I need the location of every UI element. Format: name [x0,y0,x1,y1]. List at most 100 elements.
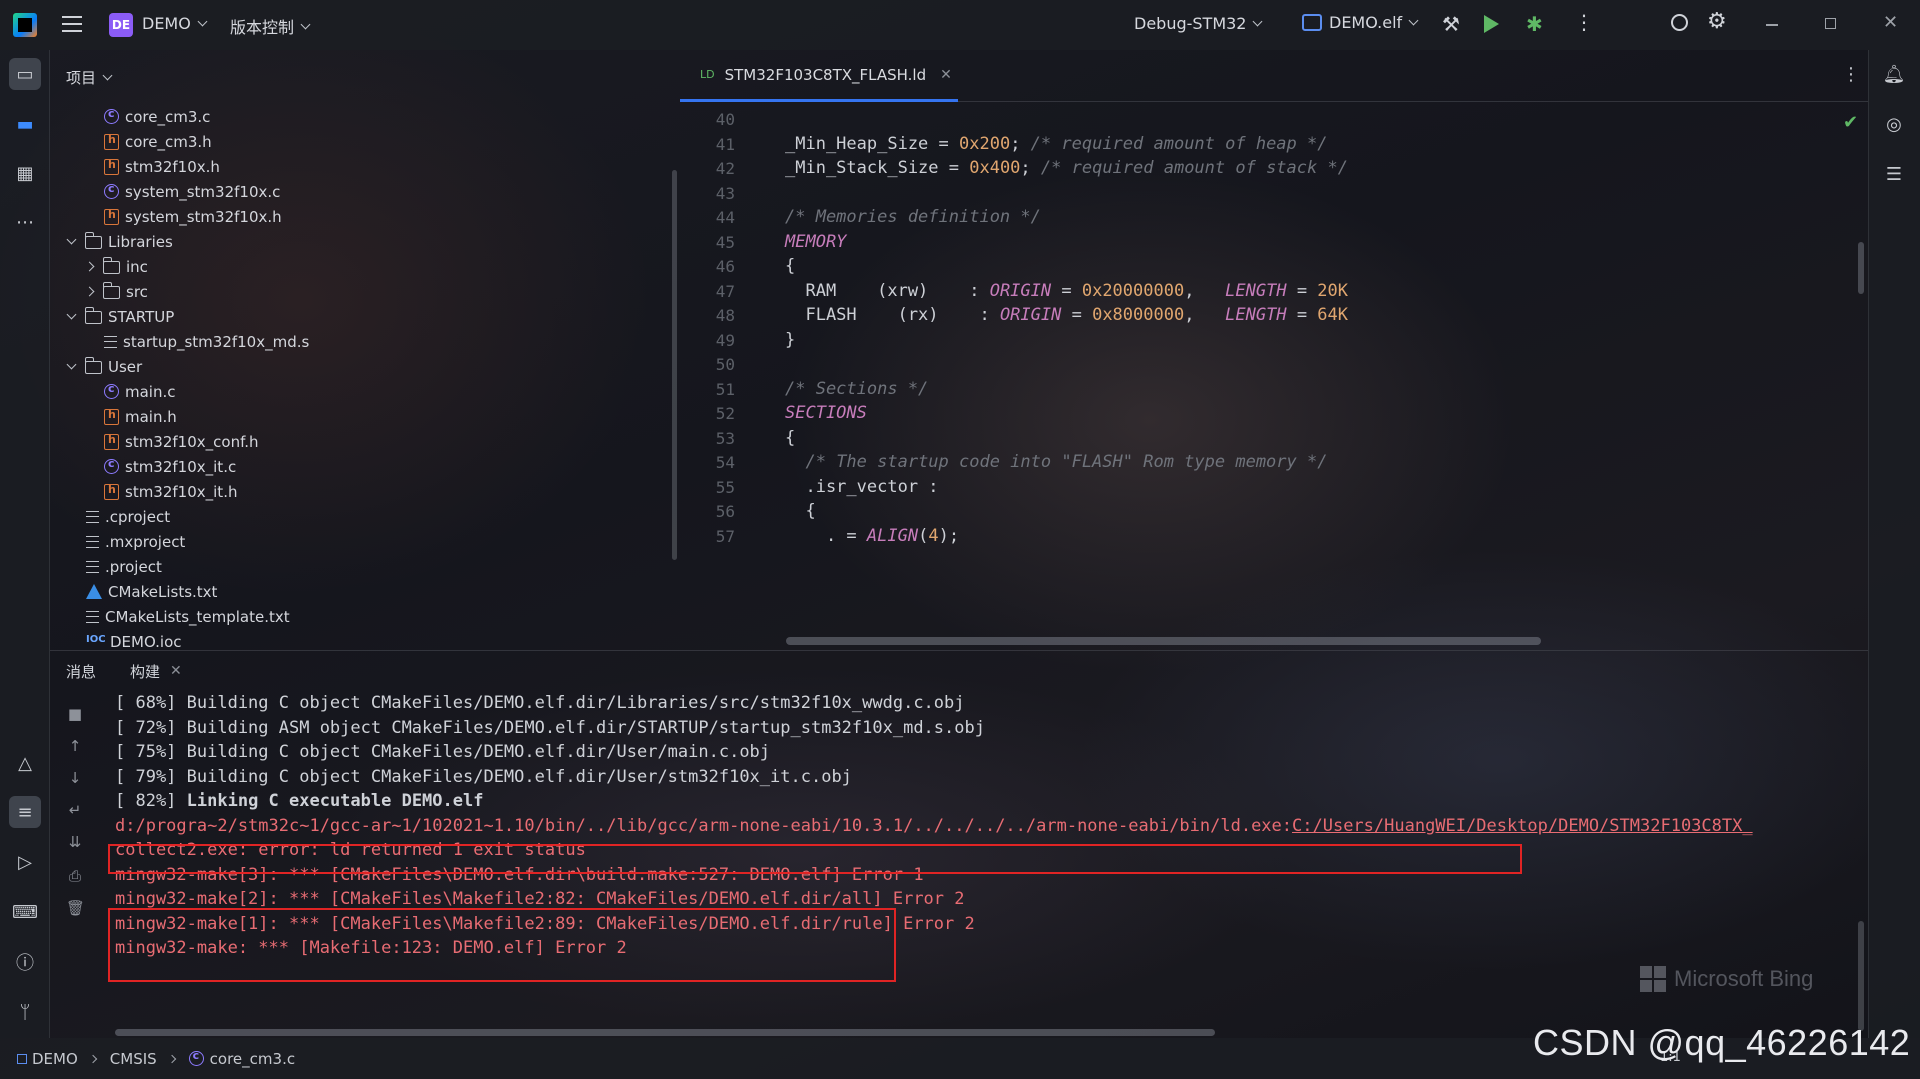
problems-icon[interactable]: ⓘ [9,946,41,978]
breadcrumb-file[interactable]: core_cm3.c [210,1050,295,1068]
more-actions-icon[interactable]: ⋮ [1574,10,1594,34]
chevron-down-icon[interactable] [66,234,77,245]
left-tool-strip: ▭ ▬ ▦ ⋯ △ ≡ ▷ ⌨ ⓘ ᛘ [0,50,50,1038]
run-config-selector[interactable]: Debug-STM32 [1134,14,1263,33]
run-icon[interactable] [1484,15,1499,33]
tree-item-label: User [108,357,143,376]
line-number: 49 [715,330,735,350]
tree-folder[interactable]: src [84,279,148,304]
chevron-down-icon[interactable] [66,309,77,320]
build-messages-icon[interactable]: ≡ [9,796,41,828]
stop-icon[interactable]: ■ [66,705,84,723]
notifications-bell-icon[interactable]: 🔔︎ [1878,58,1910,90]
tree-file[interactable]: system_stm32f10x.c [104,179,280,204]
project-tool-folder-icon[interactable]: ▭ [9,58,41,90]
tree-file[interactable]: stm32f10x_it.c [104,454,236,479]
tree-folder[interactable]: STARTUP [66,304,174,329]
tree-file[interactable]: stm32f10x.h [104,154,220,179]
line-number: 51 [715,379,735,399]
cmake-icon [86,584,102,599]
editor-horizontal-scrollbar[interactable] [786,637,1541,645]
main-menu-icon[interactable] [62,16,82,32]
tree-scrollbar[interactable] [672,170,677,560]
log-text: [ 75%] Building C object CMakeFiles/DEMO… [115,742,771,762]
tree-file[interactable]: stm32f10x_conf.h [104,429,259,454]
structure-icon[interactable]: ▦ [9,157,41,189]
search-icon[interactable] [1671,14,1688,31]
build-hammer-icon[interactable]: ⚒ [1442,12,1460,36]
tree-folder[interactable]: Libraries [66,229,173,254]
tree-file[interactable]: startup_stm32f10x_md.s [104,329,309,354]
database-icon[interactable]: ☰ [1878,158,1910,190]
settings-gear-icon[interactable]: ⚙ [1707,9,1727,34]
chevron-down-icon [1253,16,1263,27]
close-tab-icon[interactable]: ✕ [940,67,952,83]
tab-build-label: 构建 [130,662,161,681]
tree-file[interactable]: core_cm3.h [104,129,212,154]
inspection-ok-icon[interactable]: ✔ [1843,112,1858,133]
build-horizontal-scrollbar[interactable] [115,1029,1215,1036]
tree-folder[interactable]: User [66,354,143,379]
clear-trash-icon[interactable]: 🗑︎ [66,899,85,917]
target-selector[interactable]: DEMO.elf [1302,13,1419,32]
chevron-down-icon[interactable] [66,359,77,370]
minimize-icon[interactable] [1766,24,1778,26]
cmake-tool-icon[interactable]: △ [9,747,41,779]
tree-item-label: core_cm3.c [125,107,211,126]
tree-file[interactable]: system_stm32f10x.h [104,204,282,229]
tree-item-label: stm32f10x_it.h [125,482,238,501]
tree-file[interactable]: CMakeLists_template.txt [86,604,290,629]
breadcrumb-folder[interactable]: CMSIS [110,1050,157,1068]
tree-file[interactable]: stm32f10x_it.h [104,479,237,504]
more-tools-icon[interactable]: ⋯ [9,206,41,238]
ai-assistant-icon[interactable]: ◎ [1878,108,1910,140]
c-file-icon [104,107,119,124]
breadcrumb-project[interactable]: DEMO [32,1050,78,1068]
vcs-menu[interactable]: 版本控制 [230,14,311,38]
next-message-icon[interactable]: ↓ [66,769,84,787]
editor-tab-linker-script[interactable]: LD STM32F103C8TX_FLASH.ld ✕ [680,50,958,102]
close-tab-icon[interactable]: ✕ [170,663,182,679]
project-name: DEMO [142,14,191,33]
project-switcher[interactable]: DEMO [142,14,208,33]
text-file-icon [86,560,99,573]
restore-icon[interactable] [1825,18,1836,29]
tab-build[interactable]: 构建 ✕ [130,661,182,682]
log-file-link[interactable]: C:/Users/HuangWEI/Desktop/DEMO/STM32F103… [1292,816,1753,836]
stm32-tool-icon[interactable]: ▬ [9,108,41,140]
tree-file[interactable]: core_cm3.c [104,104,210,129]
h-file-icon [104,208,119,225]
tree-file[interactable]: .project [86,554,162,579]
git-branch-icon[interactable]: ᛘ [9,996,41,1028]
chevron-right-icon[interactable] [84,261,95,272]
editor-vertical-scrollbar[interactable] [1858,242,1864,294]
debug-bug-icon[interactable]: ✱ [1526,12,1543,36]
soft-wrap-icon[interactable]: ↵ [66,801,84,819]
log-line: [ 82%] Linking C executable DEMO.elf [115,791,483,811]
code-line: /* The startup code into "FLASH" Rom typ… [805,452,1328,472]
print-icon[interactable]: ⎙ [66,867,84,885]
tree-file[interactable]: main.c [104,379,176,404]
tree-file[interactable]: .cproject [86,504,170,529]
tree-file[interactable]: CMakeLists.txt [86,579,217,604]
log-text-bold: Linking C executable DEMO.elf [186,791,484,811]
tab-messages[interactable]: 消息 [66,661,96,682]
line-number: 42 [715,159,735,178]
code-line: { [785,427,796,448]
tree-file[interactable]: main.h [104,404,177,429]
previous-message-icon[interactable]: ↑ [66,737,84,755]
run-tool-icon[interactable]: ▷ [9,846,41,878]
close-window-icon[interactable]: ✕ [1883,12,1898,33]
tree-item-label: inc [126,257,148,276]
folder-icon [84,307,102,324]
line-number: 46 [715,257,735,276]
tree-folder[interactable]: inc [84,254,148,279]
terminal-icon[interactable]: ⌨ [9,896,41,928]
editor-options-icon[interactable]: ⋮ [1842,64,1860,85]
project-badge[interactable]: DE [109,13,133,37]
project-view-selector[interactable]: 项目 [66,67,113,88]
tree-file[interactable]: .mxproject [86,529,185,554]
scroll-to-end-icon[interactable]: ⇊ [66,833,84,851]
build-vertical-scrollbar[interactable] [1858,921,1864,1031]
chevron-right-icon[interactable] [84,286,95,297]
